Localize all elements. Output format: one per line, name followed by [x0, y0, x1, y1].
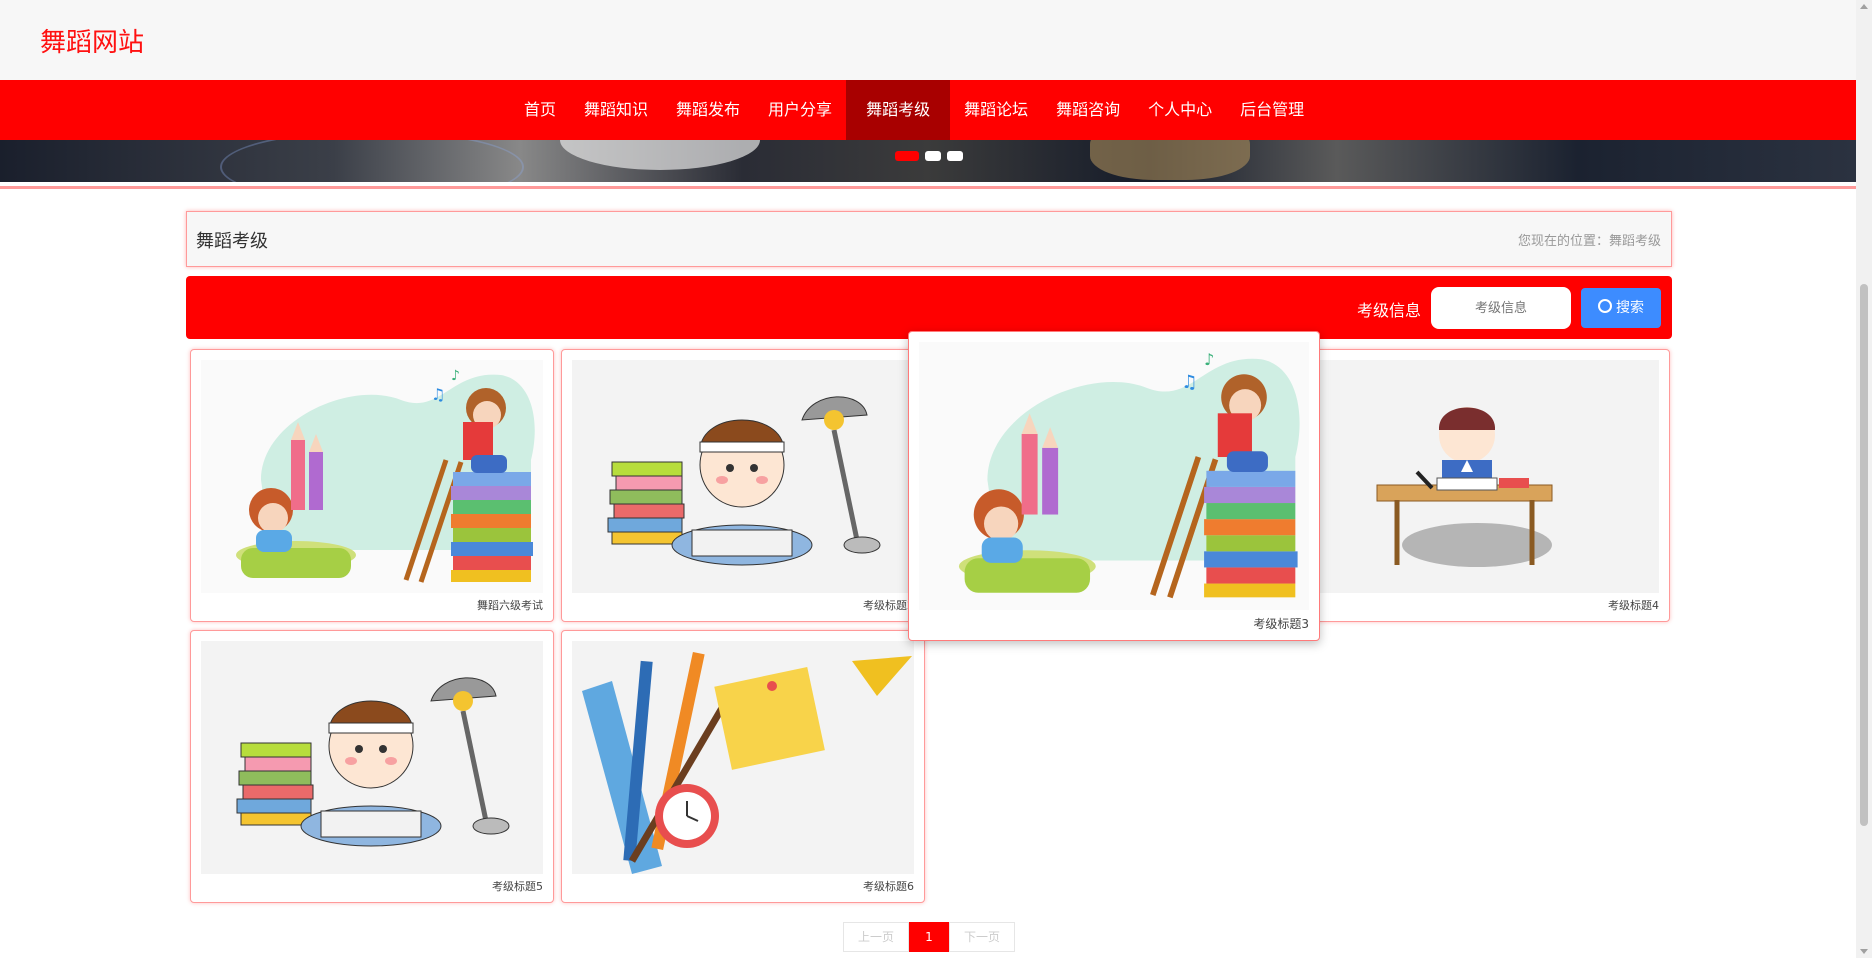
main-nav: 首页 舞蹈知识 舞蹈发布 用户分享 舞蹈考级 舞蹈论坛 舞蹈咨询 个人中心 后台…: [0, 80, 1856, 140]
site-title[interactable]: 舞蹈网站: [40, 22, 144, 59]
card-caption: 考级标题5: [492, 880, 543, 893]
current-location: 您现在的位置：舞蹈考级: [1517, 234, 1661, 249]
scrollbar-thumb[interactable]: [1860, 284, 1868, 826]
prev-page-button[interactable]: 上一页: [843, 922, 909, 952]
nav-item-user-share[interactable]: 用户分享: [754, 80, 846, 140]
card-caption: 考级标题6: [863, 880, 914, 893]
search-button[interactable]: 搜索: [1581, 288, 1661, 328]
card-caption: 考级标题3: [1253, 617, 1309, 631]
svg-text:♪: ♪: [451, 368, 460, 384]
svg-text:♪: ♪: [1204, 350, 1214, 369]
search-bar: 考级信息 搜索: [186, 276, 1672, 339]
exam-card-hovered[interactable]: ♫ ♪ 考级标题3: [908, 331, 1320, 641]
exam-card[interactable]: 考级标题5: [190, 630, 554, 903]
banner-image-part: [220, 140, 524, 182]
card-caption: 考级标题2: [863, 599, 914, 612]
nav-item-admin[interactable]: 后台管理: [1226, 80, 1318, 140]
boy-writing-at-desk-illustration: [1317, 360, 1659, 593]
card-caption: 舞蹈六级考试: [477, 599, 543, 612]
card-caption: 考级标题4: [1608, 599, 1659, 612]
exam-card[interactable]: 考级标题6: [561, 630, 925, 903]
nav-item-knowledge[interactable]: 舞蹈知识: [570, 80, 662, 140]
exam-card[interactable]: 考级标题4: [1306, 349, 1670, 622]
page-title: 舞蹈考级: [196, 231, 268, 252]
nav-item-consult[interactable]: 舞蹈咨询: [1042, 80, 1134, 140]
current-page-button[interactable]: 1: [909, 922, 949, 952]
breadcrumb: 舞蹈考级 您现在的位置：舞蹈考级: [186, 211, 1672, 267]
svg-text:♫: ♫: [431, 385, 445, 404]
exam-card[interactable]: 考级标题2: [561, 349, 925, 622]
exam-card[interactable]: ♫ ♪ 舞蹈六级考试: [190, 349, 554, 622]
ready-to-learn-stationery-illustration: [572, 641, 914, 874]
vertical-scrollbar[interactable]: [1856, 0, 1872, 958]
boy-studying-with-lamp-illustration: [572, 360, 914, 593]
next-page-button[interactable]: 下一页: [949, 922, 1015, 952]
divider: [0, 186, 1856, 189]
boy-studying-with-lamp-illustration: [201, 641, 543, 874]
carousel-dot[interactable]: [925, 151, 941, 161]
carousel-dot[interactable]: [895, 151, 919, 161]
carousel-indicators: [895, 151, 963, 161]
pagination: 上一页 1 下一页: [843, 922, 1015, 952]
kids-reading-books-illustration: ♫ ♪: [919, 342, 1309, 610]
carousel-dot[interactable]: [947, 151, 963, 161]
nav-item-home[interactable]: 首页: [510, 80, 570, 140]
header: 舞蹈网站: [0, 0, 1856, 80]
search-icon: [1598, 299, 1612, 313]
nav-item-forum[interactable]: 舞蹈论坛: [950, 80, 1042, 140]
nav-item-exam[interactable]: 舞蹈考级: [846, 80, 951, 140]
page: 舞蹈网站 首页 舞蹈知识 舞蹈发布 用户分享 舞蹈考级 舞蹈论坛 舞蹈咨询 个人…: [0, 0, 1856, 958]
scroll-up-icon[interactable]: [1860, 4, 1868, 9]
nav-item-publish[interactable]: 舞蹈发布: [662, 80, 754, 140]
search-input[interactable]: [1431, 287, 1571, 329]
banner-carousel[interactable]: [0, 140, 1856, 182]
banner-image-part: [1090, 140, 1250, 180]
nav-item-personal-center[interactable]: 个人中心: [1134, 80, 1226, 140]
banner-image-part: [560, 140, 760, 170]
search-label: 考级信息: [1357, 301, 1422, 320]
svg-text:♫: ♫: [1181, 372, 1197, 393]
kids-reading-books-illustration: ♫ ♪: [201, 360, 543, 593]
search-button-label: 搜索: [1616, 300, 1644, 316]
scroll-down-icon[interactable]: [1860, 949, 1868, 954]
